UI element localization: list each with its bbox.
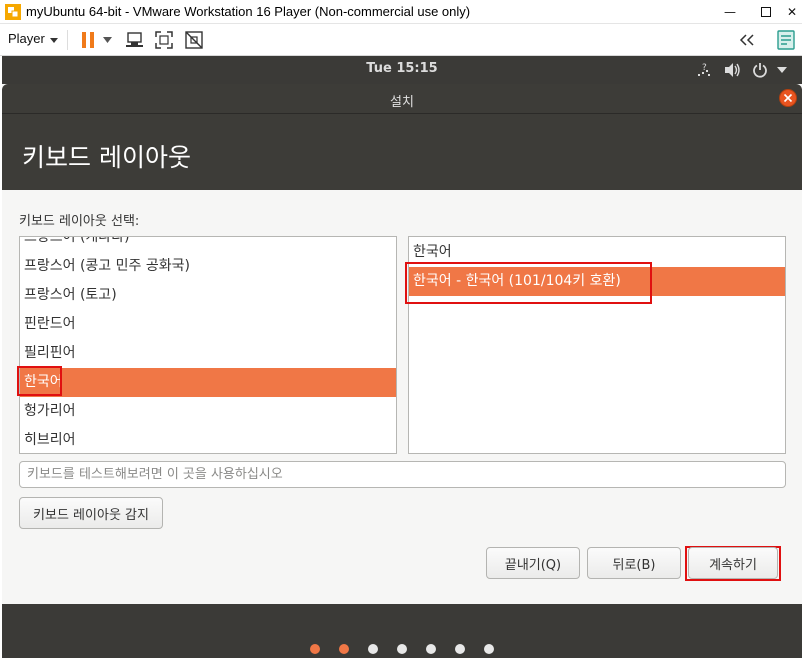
clock[interactable]: Tue 15:15 bbox=[2, 61, 802, 76]
unity-icon[interactable] bbox=[183, 29, 205, 51]
layout-section-label: 키보드 레이아웃 선택: bbox=[19, 214, 140, 229]
pause-icon[interactable] bbox=[77, 29, 99, 51]
installer-titlebar: 설치 bbox=[2, 84, 802, 114]
close-icon[interactable]: ✕ bbox=[780, 0, 802, 24]
progress-dot-active bbox=[310, 644, 320, 654]
list-item-selected[interactable]: 한국어 - 한국어 (101/104키 호환) bbox=[409, 267, 785, 296]
list-item[interactable]: 핀란드어 bbox=[20, 310, 396, 339]
vmware-toolbar: Player bbox=[0, 24, 802, 56]
fullscreen-icon[interactable] bbox=[153, 29, 175, 51]
installer-window: 설치 키보드 레이아웃 키보드 레이아웃 선택: 프랑스어 (캐나다) 프랑스어… bbox=[2, 84, 802, 604]
window-title: myUbuntu 64-bit - VMware Workstation 16 … bbox=[26, 4, 471, 19]
toolbar-separator bbox=[67, 30, 68, 50]
installer-header: 키보드 레이아웃 bbox=[2, 114, 802, 190]
svg-text:?: ? bbox=[702, 63, 707, 73]
progress-dot bbox=[397, 644, 407, 654]
list-item[interactable]: 필리핀어 bbox=[20, 339, 396, 368]
menu-caret-icon[interactable] bbox=[774, 61, 790, 79]
list-item[interactable]: 히브리어 bbox=[20, 426, 396, 453]
continue-button[interactable]: 계속하기 bbox=[688, 547, 778, 579]
detect-layout-button[interactable]: 키보드 레이아웃 감지 bbox=[19, 497, 163, 529]
list-item[interactable]: 헝가리어 bbox=[20, 397, 396, 426]
progress-dot bbox=[426, 644, 436, 654]
send-ctrl-alt-del-icon[interactable] bbox=[124, 29, 146, 51]
close-x-icon bbox=[783, 93, 793, 103]
installer-close-button[interactable] bbox=[779, 89, 797, 107]
vmware-logo-icon bbox=[5, 4, 21, 20]
list-item[interactable]: 한국어 bbox=[409, 238, 785, 267]
variant-list[interactable]: 한국어 한국어 - 한국어 (101/104키 호환) bbox=[408, 236, 786, 454]
player-menu-caret-icon[interactable] bbox=[50, 38, 58, 43]
progress-dot bbox=[484, 644, 494, 654]
layout-list[interactable]: 프랑스어 (캐나다) 프랑스어 (콩고 민주 공화국) 프랑스어 (토고) 핀란… bbox=[19, 236, 397, 454]
volume-icon[interactable] bbox=[722, 61, 742, 79]
window-titlebar: myUbuntu 64-bit - VMware Workstation 16 … bbox=[0, 0, 802, 24]
progress-dot bbox=[455, 644, 465, 654]
list-item[interactable]: 프랑스어 (콩고 민주 공화국) bbox=[20, 252, 396, 281]
list-item-selected[interactable]: 한국어 bbox=[20, 368, 396, 397]
ubuntu-top-panel: Tue 15:15 ? bbox=[2, 56, 802, 84]
progress-dot-active bbox=[339, 644, 349, 654]
network-icon[interactable]: ? bbox=[694, 61, 714, 79]
maximize-icon[interactable] bbox=[754, 0, 778, 24]
back-button[interactable]: 뒤로(B) bbox=[587, 547, 681, 579]
installer-content: 키보드 레이아웃 선택: 프랑스어 (캐나다) 프랑스어 (콩고 민주 공화국)… bbox=[2, 190, 802, 604]
power-icon[interactable] bbox=[750, 61, 770, 79]
library-icon[interactable] bbox=[775, 29, 797, 51]
back-arrows-icon[interactable] bbox=[736, 29, 758, 51]
player-menu[interactable]: Player bbox=[8, 31, 45, 46]
list-item[interactable]: 프랑스어 (토고) bbox=[20, 281, 396, 310]
progress-area bbox=[2, 604, 802, 658]
progress-dot bbox=[368, 644, 378, 654]
quit-button[interactable]: 끝내기(Q) bbox=[486, 547, 580, 579]
pause-dropdown-caret-icon[interactable] bbox=[100, 29, 114, 51]
keyboard-test-input[interactable] bbox=[19, 461, 786, 488]
minimize-icon[interactable]: — bbox=[718, 0, 742, 24]
installer-title: 설치 bbox=[390, 95, 414, 110]
page-title: 키보드 레이아웃 bbox=[22, 143, 191, 172]
list-item[interactable]: 프랑스어 (캐나다) bbox=[20, 237, 396, 252]
